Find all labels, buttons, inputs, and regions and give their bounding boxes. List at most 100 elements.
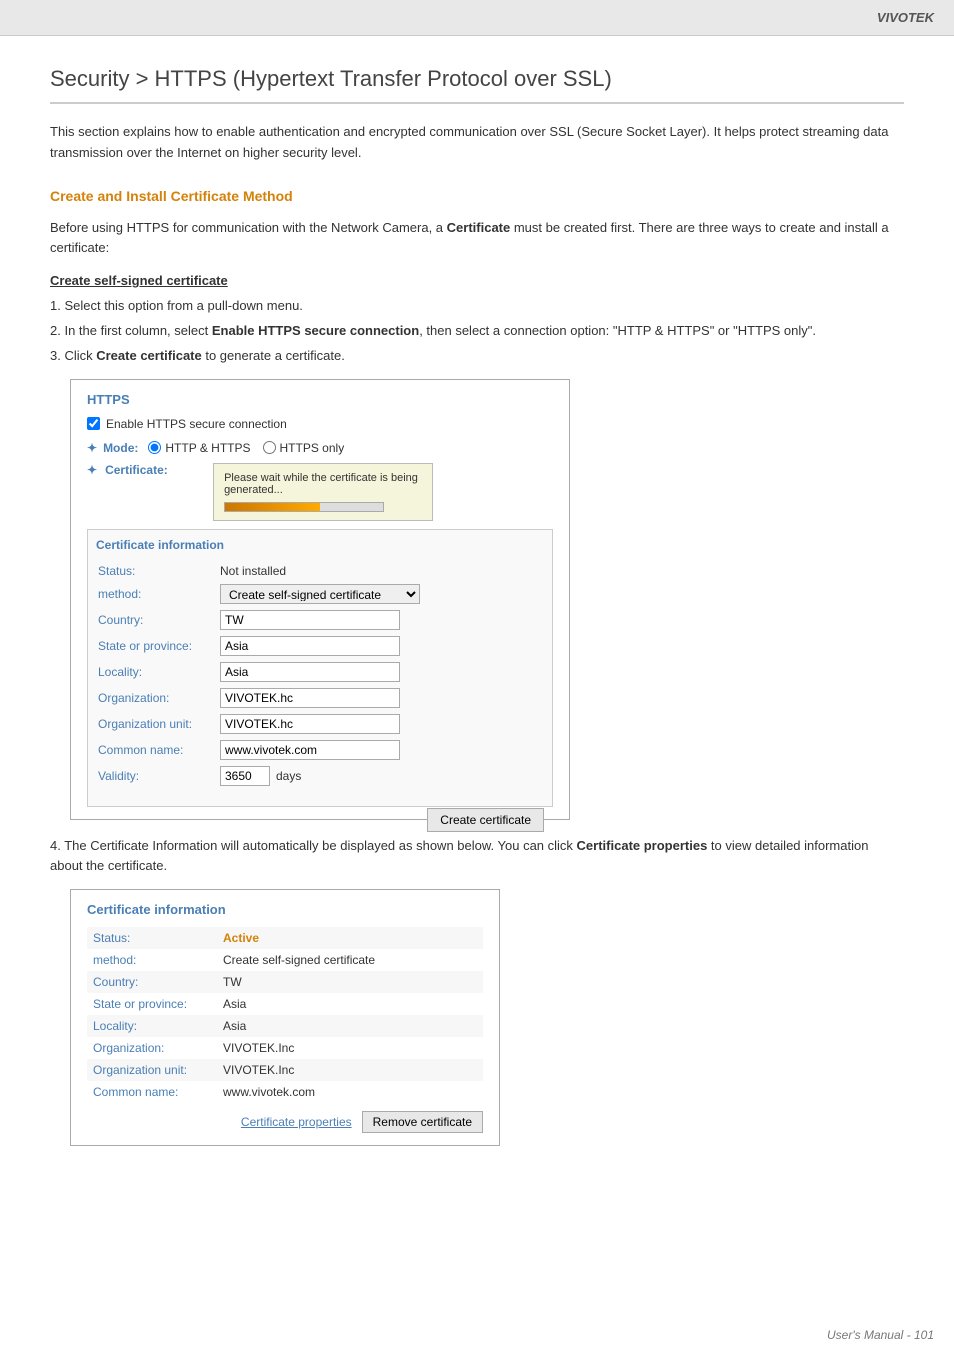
https-only-label: HTTPS only <box>280 441 345 455</box>
method2-label: method: <box>87 949 217 971</box>
mode-label: Mode: <box>103 441 138 455</box>
table-row: Locality: <box>98 660 542 684</box>
enable-https-checkbox[interactable] <box>87 417 100 430</box>
org2-label: Organization: <box>87 1037 217 1059</box>
steps-list: 1. Select this option from a pull-down m… <box>50 296 904 366</box>
main-content: Security > HTTPS (Hypertext Transfer Pro… <box>0 36 954 1202</box>
common-name-label: Common name: <box>98 738 218 762</box>
popup-box: Please wait while the certificate is bei… <box>213 463 433 521</box>
validity-input[interactable] <box>220 766 270 786</box>
progress-bar-fill <box>225 503 320 511</box>
org-label: Organization: <box>98 686 218 710</box>
country-label: Country: <box>98 608 218 632</box>
country-input[interactable] <box>220 610 400 630</box>
https-box: HTTPS Enable HTTPS secure connection ✦ M… <box>70 379 570 820</box>
footer-text: User's Manual - 101 <box>827 1328 934 1342</box>
step-1: 1. Select this option from a pull-down m… <box>50 296 904 317</box>
state2-label: State or province: <box>87 993 217 1015</box>
cert-info-title: Certificate information <box>96 538 544 552</box>
org-unit-label: Organization unit: <box>98 712 218 736</box>
footer-bar: User's Manual - 101 <box>807 1320 954 1350</box>
http-https-label: HTTP & HTTPS <box>165 441 250 455</box>
table-row: method: Create self-signed certificate <box>87 949 483 971</box>
table-row: State or province: <box>98 634 542 658</box>
table-row: Common name: <box>98 738 542 762</box>
page-title-text: Security > HTTPS (Hypertext Transfer Pro… <box>50 66 612 91</box>
locality-label: Locality: <box>98 660 218 684</box>
locality-value <box>220 660 542 684</box>
status-value: Not installed <box>220 562 542 580</box>
table-row: Organization unit: <box>98 712 542 736</box>
method-dropdown[interactable]: Create self-signed certificate <box>220 584 420 604</box>
http-https-radio[interactable] <box>148 441 161 454</box>
common-name-value <box>220 738 542 762</box>
table-row: Organization: VIVOTEK.Inc <box>87 1037 483 1059</box>
common-name2-value: www.vivotek.com <box>217 1081 483 1103</box>
method-value: Create self-signed certificate <box>220 582 542 606</box>
cert-info-box2: Certificate information Status: Active m… <box>70 889 500 1146</box>
subsection-heading: Create self-signed certificate <box>50 273 904 288</box>
active-status: Active <box>223 931 259 945</box>
org-input[interactable] <box>220 688 400 708</box>
org2-value: VIVOTEK.Inc <box>217 1037 483 1059</box>
enable-https-row: Enable HTTPS secure connection <box>87 417 553 431</box>
state2-value: Asia <box>217 993 483 1015</box>
https-only-radio[interactable] <box>263 441 276 454</box>
state-input[interactable] <box>220 636 400 656</box>
status2-label: Status: <box>87 927 217 949</box>
enable-https-label: Enable HTTPS secure connection <box>106 417 287 431</box>
brand-label: VIVOTEK <box>877 10 934 25</box>
org-value <box>220 686 542 710</box>
locality2-label: Locality: <box>87 1015 217 1037</box>
locality2-value: Asia <box>217 1015 483 1037</box>
country-value <box>220 608 542 632</box>
org-unit2-label: Organization unit: <box>87 1059 217 1081</box>
table-row: Organization: <box>98 686 542 710</box>
step-3: 3. Click Create certificate to generate … <box>50 346 904 367</box>
table-row: method: Create self-signed certificate <box>98 582 542 606</box>
country2-value: TW <box>217 971 483 993</box>
top-bar: VIVOTEK <box>0 0 954 36</box>
body-text: Before using HTTPS for communication wit… <box>50 218 904 260</box>
popup-text: Please wait while the certificate is bei… <box>224 472 418 496</box>
step-4-text: 4. The Certificate Information will auto… <box>50 836 904 878</box>
table-row: Country: <box>98 608 542 632</box>
radio-options: HTTP & HTTPS HTTPS only <box>148 441 344 455</box>
org-unit2-value: VIVOTEK.Inc <box>217 1059 483 1081</box>
table-row: Validity: days <box>98 764 542 788</box>
progress-bar <box>224 502 384 512</box>
create-certificate-button[interactable]: Create certificate <box>427 808 544 832</box>
certificate-properties-link[interactable]: Certificate properties <box>241 1115 352 1129</box>
locality-input[interactable] <box>220 662 400 682</box>
country2-label: Country: <box>87 971 217 993</box>
remove-certificate-button[interactable]: Remove certificate <box>362 1111 483 1133</box>
cert-section: ✦ Certificate: <box>87 463 185 477</box>
cert-info-box2-table: Status: Active method: Create self-signe… <box>87 927 483 1103</box>
table-row: Country: TW <box>87 971 483 993</box>
state-value <box>220 634 542 658</box>
state-label: State or province: <box>98 634 218 658</box>
common-name2-label: Common name: <box>87 1081 217 1103</box>
http-https-option: HTTP & HTTPS <box>148 441 250 455</box>
page-wrapper: VIVOTEK Security > HTTPS (Hypertext Tran… <box>0 0 954 1350</box>
status2-value: Active <box>217 927 483 949</box>
table-row: Locality: Asia <box>87 1015 483 1037</box>
box2-footer: Certificate properties Remove certificat… <box>87 1111 483 1133</box>
table-row: Organization unit: VIVOTEK.Inc <box>87 1059 483 1081</box>
org-unit-input[interactable] <box>220 714 400 734</box>
mode-section: ✦ Mode: HTTP & HTTPS HTTPS only <box>87 441 553 455</box>
cert-label: Certificate: <box>105 463 185 477</box>
table-row: Status: Not installed <box>98 562 542 580</box>
common-name-input[interactable] <box>220 740 400 760</box>
table-row: State or province: Asia <box>87 993 483 1015</box>
method2-value: Create self-signed certificate <box>217 949 483 971</box>
step-2: 2. In the first column, select Enable HT… <box>50 321 904 342</box>
table-row: Common name: www.vivotek.com <box>87 1081 483 1103</box>
validity-row: days <box>220 766 542 786</box>
status-label: Status: <box>98 562 218 580</box>
org-unit-value <box>220 712 542 736</box>
cert-info-table: Status: Not installed method: Create sel… <box>96 560 544 790</box>
validity-value: days <box>220 764 542 788</box>
intro-text: This section explains how to enable auth… <box>50 122 904 164</box>
section-heading: Create and Install Certificate Method <box>50 188 904 204</box>
